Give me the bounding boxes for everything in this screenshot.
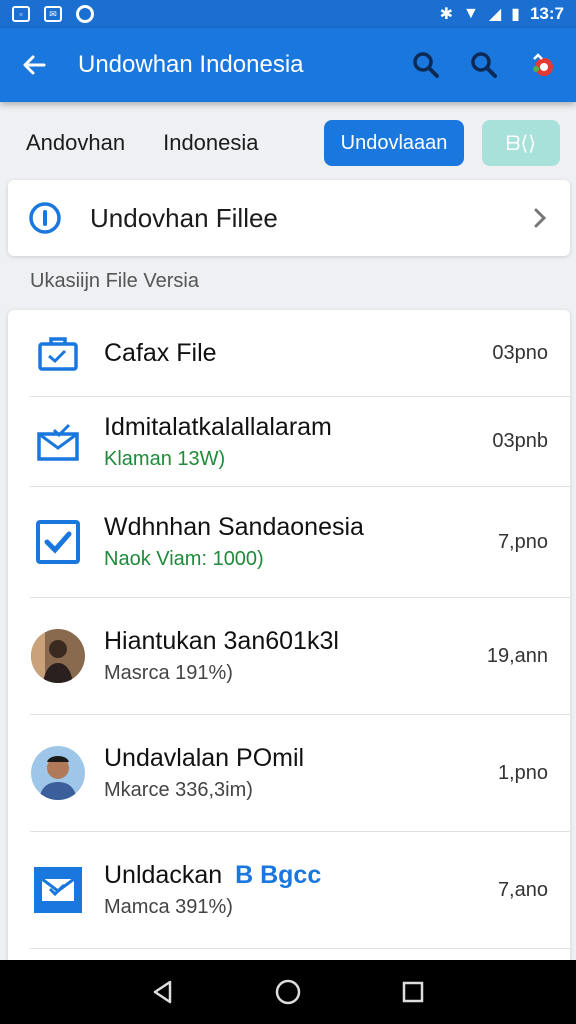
list-item-body: Unldackan B Bgcc Mamca 391%) xyxy=(104,861,321,919)
list-item-body: Idmitalatkalallalaram Klaman 13W) xyxy=(104,413,332,471)
list-item-subtitle: Masrca 191%) xyxy=(104,662,233,684)
tab-indonesia[interactable]: Indonesia xyxy=(163,130,258,156)
list-item-title: Hiantukan 3an601k3l xyxy=(104,627,339,655)
status-left-icons: ▫ ✉ xyxy=(12,5,94,23)
file-card-title: Undovhan Fillee xyxy=(90,202,278,233)
tab-andovhan[interactable]: Andovhan xyxy=(26,130,125,156)
avatar-icon xyxy=(30,628,86,684)
list-item-subtitle: Naok Viam: 1000) xyxy=(104,548,264,570)
mail-icon xyxy=(30,862,86,918)
status-time: 13:7 xyxy=(529,4,564,23)
list-item-time: 7,pno xyxy=(497,530,548,553)
list-item-title-text: Unldackan xyxy=(104,861,223,889)
search-button[interactable] xyxy=(408,47,444,83)
avatar-icon xyxy=(30,745,86,801)
checkbox-icon xyxy=(30,514,86,570)
system-nav-bar xyxy=(0,960,576,1024)
list-item-time: 03pno xyxy=(492,341,548,364)
square-recents-icon xyxy=(403,981,424,1003)
list-item[interactable]: Wdhnhan Sandaonesia Naok Viam: 1000) 7,p… xyxy=(30,487,570,598)
wifi-icon: ▼ xyxy=(463,5,479,22)
list-item-subtitle: Mamca 391%) xyxy=(104,896,233,918)
list-item-time: 1,pno xyxy=(497,761,548,784)
section-label: Ukasiijn File Versia xyxy=(30,270,199,292)
list-item-body: Hiantukan 3an601k3l Masrca 191%) xyxy=(104,627,339,685)
search-button-2[interactable] xyxy=(466,47,502,83)
search-icon xyxy=(413,52,439,78)
triangle-back-icon xyxy=(153,980,171,1004)
list-item-title: Wdhnhan Sandaonesia xyxy=(104,513,364,541)
nav-home-button[interactable] xyxy=(268,972,308,1012)
info-icon xyxy=(29,202,61,234)
list-item-time: 7,ano xyxy=(497,878,548,901)
file-list: Cafax File 03pno Idmitalatkalallalaram K… xyxy=(8,310,570,970)
bluetooth-icon: ✱ xyxy=(439,6,453,23)
list-item-body: Undavlalan POmil Mkarce 336,3im) xyxy=(104,744,304,802)
list-item-time: 19,ann xyxy=(486,644,548,667)
list-item[interactable]: Undavlalan POmil Mkarce 336,3im) 1,pno xyxy=(30,715,570,832)
sms-icon: ✉ xyxy=(44,6,62,22)
bell-badge-icon xyxy=(533,53,553,76)
list-item-subtitle: Klaman 13W) xyxy=(104,447,226,470)
page-title: Undowhan Indonesia xyxy=(78,51,304,78)
filter-tabs: Andovhan Indonesia Undovlaaan ᗷ⟨⟩ xyxy=(0,118,576,168)
chevron-right-icon xyxy=(534,208,547,228)
app-bar-actions xyxy=(408,47,560,83)
list-item-title: Cafax File xyxy=(104,338,217,367)
list-item-body: Wdhnhan Sandaonesia Naok Viam: 1000) xyxy=(104,513,364,571)
back-button[interactable] xyxy=(16,47,52,83)
arrow-left-icon xyxy=(23,55,46,75)
circle-home-icon xyxy=(275,979,301,1005)
list-item[interactable]: Hiantukan 3an601k3l Masrca 191%) 19,ann xyxy=(30,598,570,715)
list-item-title-badge: B Bgcc xyxy=(235,861,322,889)
signal-icon: ◢ xyxy=(488,6,502,23)
primary-action-button[interactable]: Undovlaaan xyxy=(324,120,464,166)
list-item-title: Undavlalan POmil xyxy=(104,744,305,772)
avatar xyxy=(31,629,85,683)
list-item-subtitle: Mkarce 336,3im) xyxy=(104,779,253,801)
battery-icon: ▮ xyxy=(511,6,520,23)
list-item[interactable]: Idmitalatkalallalaram Klaman 13W) 03pnb xyxy=(30,397,570,487)
list-item-body: Cafax File xyxy=(104,339,217,368)
mail-check-icon xyxy=(30,414,86,470)
list-item-time: 03pnb xyxy=(492,430,548,452)
list-item-title: Unldackan B Bgcc xyxy=(104,861,321,890)
app-bar: Undowhan Indonesia xyxy=(0,28,576,102)
camera-icon xyxy=(76,5,94,23)
file-card[interactable]: Undovhan Fillee xyxy=(8,180,570,256)
secondary-action-button[interactable]: ᗷ⟨⟩ xyxy=(482,120,560,166)
list-item[interactable]: Unldackan B Bgcc Mamca 391%) 7,ano xyxy=(30,832,570,949)
notification-icon: ▫ xyxy=(12,6,30,22)
search-icon xyxy=(471,52,497,78)
nav-back-button[interactable] xyxy=(143,972,183,1012)
briefcase-icon xyxy=(30,325,86,381)
avatar xyxy=(31,746,85,800)
list-item[interactable]: Cafax File 03pno xyxy=(30,310,570,397)
nav-recents-button[interactable] xyxy=(393,972,433,1012)
list-item-title: Idmitalatkalallalaram xyxy=(104,412,332,441)
notification-button[interactable] xyxy=(524,47,560,83)
status-right-icons: ✱ ▼ ◢ ▮ 13:7 xyxy=(440,4,564,24)
status-bar: ▫ ✉ ✱ ▼ ◢ ▮ 13:7 xyxy=(0,0,576,28)
